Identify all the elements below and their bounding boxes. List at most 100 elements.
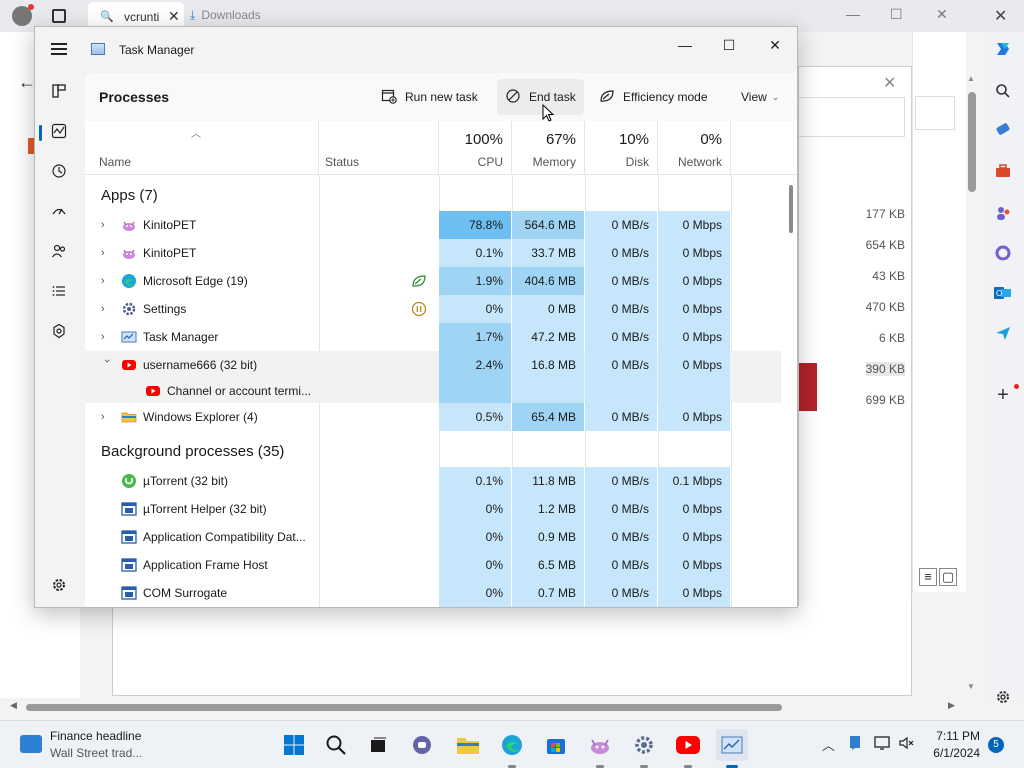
end-task-button[interactable]: End task <box>497 79 584 115</box>
settings-gear-icon[interactable] <box>992 686 1014 708</box>
table-row[interactable]: › Windows Explorer (4) 0.5% 65.4 MB 0 MB… <box>85 403 781 431</box>
list-view-icon[interactable]: ≡ <box>919 568 937 586</box>
start-button-icon[interactable] <box>278 729 310 761</box>
services-nav-icon[interactable] <box>47 319 71 343</box>
table-row-child[interactable]: Channel or account termi... <box>85 379 781 403</box>
minimize-button[interactable]: — <box>669 35 701 55</box>
clock[interactable]: 7:11 PM 6/1/2024 <box>930 729 980 760</box>
performance-nav-icon[interactable] <box>47 119 71 143</box>
table-row[interactable]: › Settings 0% 0 MB 0 MB/s 0 Mbps <box>85 295 781 323</box>
settings-nav-icon[interactable] <box>47 573 71 597</box>
chevron-right-icon[interactable]: › <box>101 323 113 351</box>
efficiency-mode-button[interactable]: Efficiency mode <box>591 79 716 115</box>
table-row[interactable]: Application Compatibility Dat... 0% 0.9 … <box>85 523 781 551</box>
table-row[interactable]: › KinitoPET 78.8% 564.6 MB 0 MB/s 0 Mbps <box>85 211 781 239</box>
toolbox-icon[interactable] <box>992 160 1014 182</box>
file-explorer-icon[interactable] <box>452 729 484 761</box>
close-tab-icon[interactable]: ✕ <box>168 8 180 25</box>
disk-column-header[interactable]: 10% Disk <box>585 121 658 175</box>
tab-actions-icon[interactable] <box>52 9 66 23</box>
browser-horizontal-scrollbar[interactable]: ◀ ▶ <box>0 698 966 716</box>
browser-minimize-button[interactable]: — <box>846 6 860 22</box>
app-history-nav-icon[interactable] <box>47 159 71 183</box>
view-menu-button[interactable]: View ⌄ <box>733 79 787 115</box>
cpu-column-header[interactable]: 100% CPU <box>439 121 512 175</box>
details-nav-icon[interactable] <box>47 279 71 303</box>
process-name: username666 (32 bit) <box>143 358 258 372</box>
volume-muted-icon[interactable] <box>898 735 916 754</box>
chevron-right-icon[interactable]: › <box>101 403 113 431</box>
chat-icon[interactable] <box>406 729 438 761</box>
search-icon[interactable] <box>992 80 1014 102</box>
kinitopet-icon[interactable] <box>584 729 616 761</box>
notification-badge[interactable]: 5 <box>988 737 1004 753</box>
process-name: µTorrent Helper (32 bit) <box>143 502 267 516</box>
scroll-down-arrow[interactable]: ▼ <box>967 682 975 691</box>
search-icon[interactable] <box>320 729 352 761</box>
scroll-thumb[interactable] <box>26 704 782 711</box>
apps-group-header[interactable]: Apps (7) <box>101 187 158 204</box>
browser-vertical-scrollbar[interactable]: ▲ ▼ <box>966 74 978 694</box>
users-nav-icon[interactable] <box>47 239 71 263</box>
table-row[interactable]: › Task Manager 1.7% 47.2 MB 0 MB/s 0 Mbp… <box>85 323 781 351</box>
title-bar[interactable]: Task Manager — ☐ ✕ <box>35 27 797 67</box>
store-icon[interactable] <box>540 729 572 761</box>
memory-column-header[interactable]: 67% Memory <box>512 121 585 175</box>
news-widget-title[interactable]: Finance headline <box>50 729 141 743</box>
settings-gear-icon[interactable] <box>628 729 660 761</box>
youtube-icon[interactable] <box>672 729 704 761</box>
view-toggle[interactable]: ≡ ▢ <box>919 568 959 586</box>
table-row[interactable]: › Microsoft Edge (19) 1.9% 404.6 MB 0 MB… <box>85 267 781 295</box>
process-list-scrollbar[interactable] <box>789 185 793 233</box>
name-column-header[interactable]: Name <box>85 121 319 175</box>
scroll-left-arrow[interactable]: ◀ <box>10 700 17 711</box>
news-widget-subtitle[interactable]: Wall Street trad... <box>50 746 142 760</box>
table-row[interactable]: µTorrent (32 bit) 0.1% 11.8 MB 0 MB/s 0.… <box>85 467 781 495</box>
close-button[interactable]: ✕ <box>759 35 791 55</box>
maximize-button[interactable]: ☐ <box>713 35 745 55</box>
table-row[interactable]: › KinitoPET 0.1% 33.7 MB 0 MB/s 0 Mbps <box>85 239 781 267</box>
scroll-thumb[interactable] <box>968 92 976 192</box>
table-row[interactable]: Application Frame Host 0% 6.5 MB 0 MB/s … <box>85 551 781 579</box>
add-icon[interactable]: + <box>992 384 1014 406</box>
copilot-icon[interactable] <box>992 38 1014 60</box>
browser-close-button[interactable]: ✕ <box>936 6 948 23</box>
task-view-icon[interactable] <box>362 729 394 761</box>
close-icon[interactable]: ✕ <box>883 73 896 93</box>
downloads-search-box[interactable] <box>799 97 905 137</box>
outlook-icon[interactable]: O <box>992 282 1014 304</box>
run-new-task-button[interactable]: Run new task <box>373 79 486 115</box>
window-close-button[interactable]: ✕ <box>994 6 1007 26</box>
send-icon[interactable] <box>992 322 1014 344</box>
task-manager-taskbar-icon[interactable] <box>716 729 748 761</box>
tile-view-icon[interactable]: ▢ <box>939 568 957 586</box>
table-row[interactable]: µTorrent Helper (32 bit) 0% 1.2 MB 0 MB/… <box>85 495 781 523</box>
chevron-right-icon[interactable]: › <box>101 295 113 323</box>
scroll-up-arrow[interactable]: ▲ <box>967 74 975 83</box>
network-column-header[interactable]: 0% Network <box>658 121 731 175</box>
people-icon[interactable] <box>992 202 1014 224</box>
chevron-down-icon[interactable]: › <box>93 359 121 371</box>
panel-input[interactable] <box>915 96 955 130</box>
news-widget-icon[interactable] <box>20 735 42 753</box>
display-icon[interactable] <box>874 735 892 754</box>
scroll-right-arrow[interactable]: ▶ <box>948 700 955 711</box>
browser-maximize-button[interactable]: ☐ <box>890 6 903 23</box>
startup-apps-nav-icon[interactable] <box>47 199 71 223</box>
table-row-selected[interactable]: › username666 (32 bit) 2.4% 16.8 MB 0 MB… <box>85 351 781 379</box>
chevron-right-icon[interactable]: › <box>101 267 113 295</box>
edge-icon[interactable] <box>496 729 528 761</box>
show-hidden-icons-chevron[interactable]: ︿ <box>822 735 835 754</box>
background-group-header[interactable]: Background processes (35) <box>101 443 284 460</box>
chevron-right-icon[interactable]: › <box>101 211 113 239</box>
table-row[interactable]: COM Surrogate 0% 0.7 MB 0 MB/s 0 Mbps <box>85 579 781 607</box>
office-icon[interactable] <box>992 242 1014 264</box>
hamburger-menu-icon[interactable] <box>51 43 67 55</box>
red-button[interactable] <box>799 363 817 411</box>
status-column-header[interactable]: Status <box>319 121 439 175</box>
processes-nav-icon[interactable] <box>47 79 71 103</box>
chevron-right-icon[interactable]: › <box>101 239 113 267</box>
browser-tab-downloads[interactable]: ⤓ Downloads <box>190 8 261 23</box>
tag-icon[interactable] <box>992 118 1014 140</box>
pen-tray-icon[interactable] <box>848 735 862 754</box>
